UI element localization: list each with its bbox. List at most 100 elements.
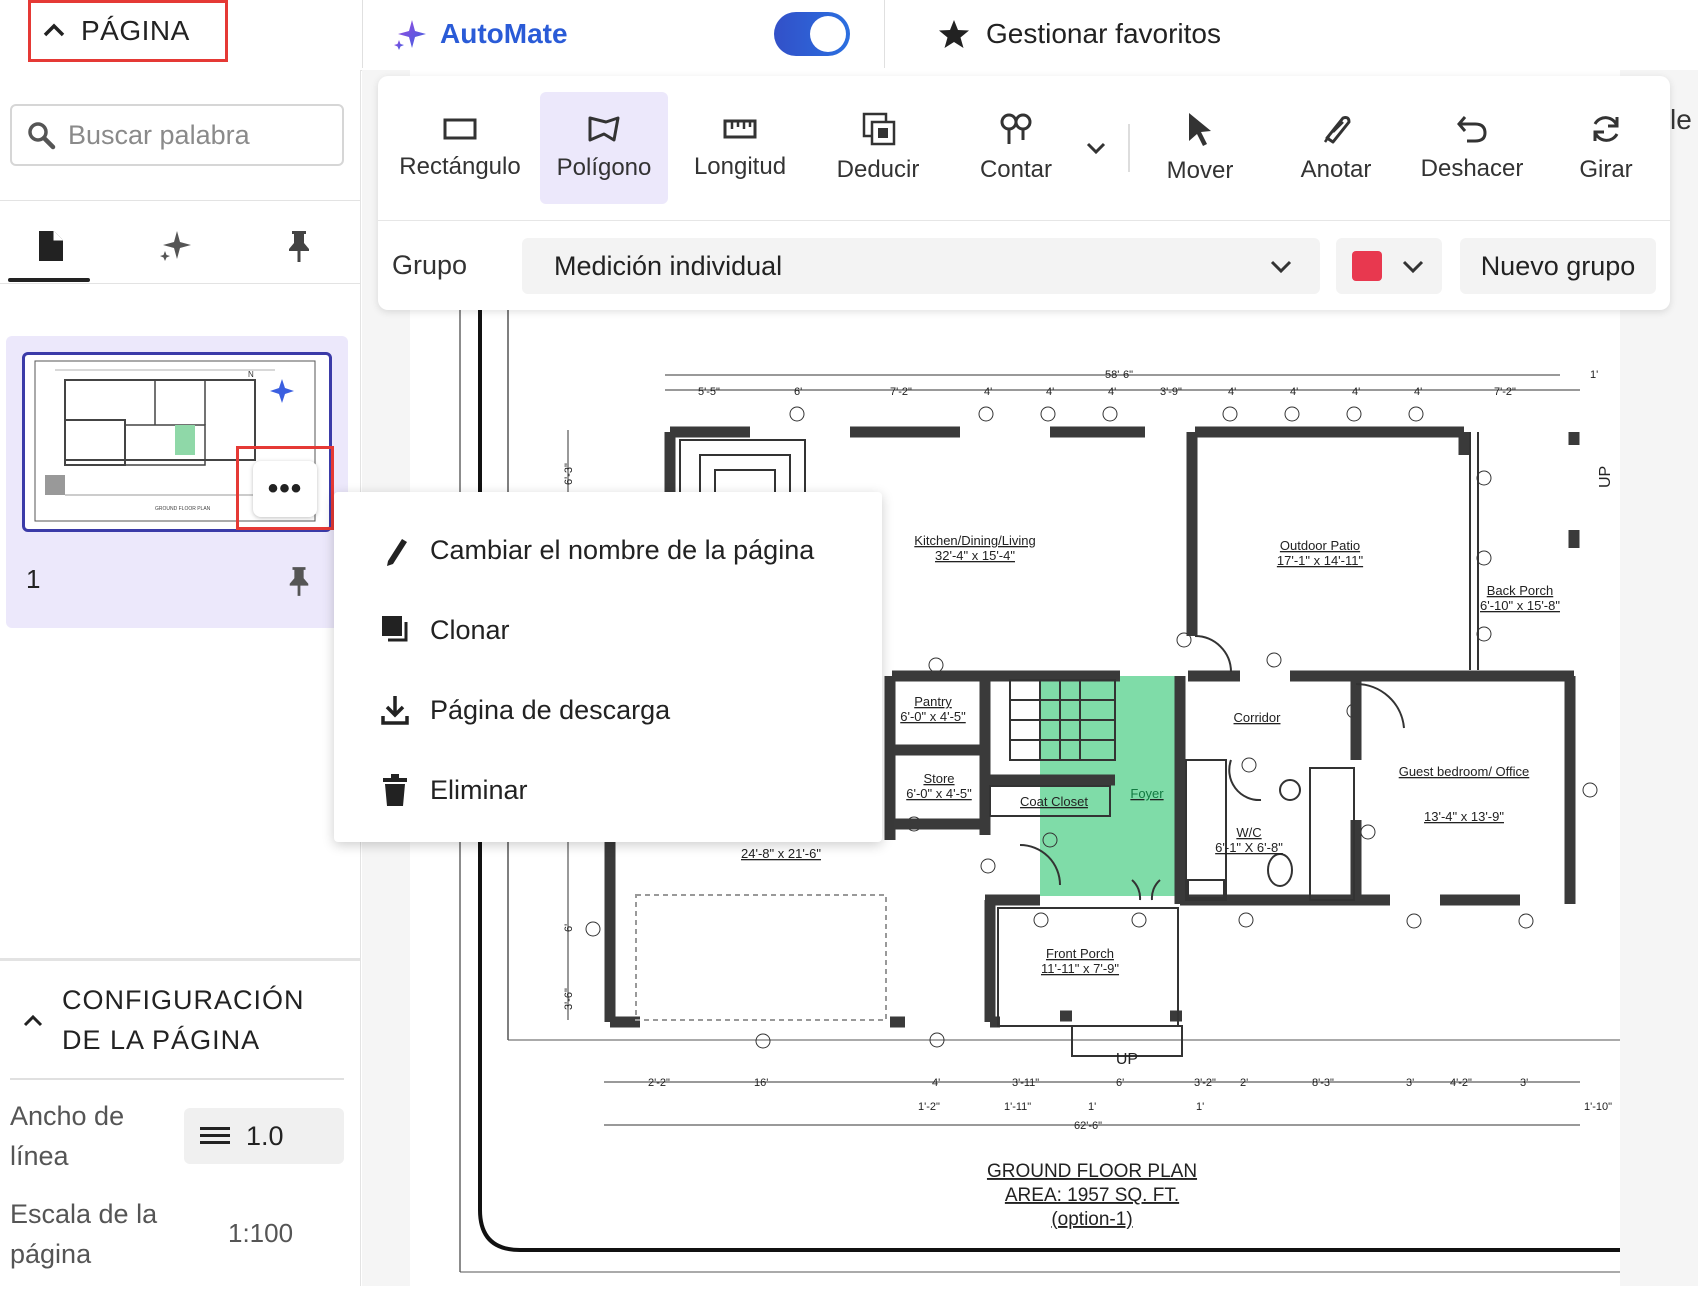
tool-rotate[interactable]: Girar — [1556, 92, 1656, 204]
page-config-title: CONFIGURACIÓN DE LA PÁGINA — [62, 985, 305, 1055]
count-icon — [1000, 113, 1032, 144]
svg-text:11'-11" x 7'-9": 11'-11" x 7'-9" — [1041, 961, 1119, 976]
svg-text:GROUND FLOOR PLAN: GROUND FLOOR PLAN — [987, 1161, 1197, 1182]
svg-text:UP: UP — [1116, 1051, 1138, 1068]
chevron-down-icon — [1402, 260, 1424, 274]
menu-item-clone[interactable]: Clonar — [380, 600, 510, 660]
line-width-select[interactable]: 1.0 — [184, 1108, 344, 1164]
svg-text:1'-11": 1'-11" — [1004, 1101, 1031, 1113]
menu-item-label: Cambiar el nombre de la página — [430, 534, 815, 565]
svg-text:5'-5": 5'-5" — [698, 386, 720, 398]
svg-text:1': 1' — [1590, 369, 1598, 381]
toggle-knob — [810, 16, 846, 52]
sparkle-icon — [394, 20, 426, 50]
group-color-select[interactable] — [1336, 238, 1442, 294]
tool-label: Contar — [979, 156, 1053, 183]
automate-toggle[interactable] — [774, 12, 850, 56]
page-section-toggle[interactable]: PÁGINA — [28, 0, 228, 62]
svg-text:4': 4' — [1228, 386, 1236, 398]
tool-rectangle[interactable]: Rectángulo — [392, 92, 528, 204]
svg-text:3': 3' — [1520, 1077, 1528, 1089]
svg-text:6'-0" x 4'-5": 6'-0" x 4'-5" — [906, 786, 972, 801]
svg-text:Outdoor Patio: Outdoor Patio — [1280, 538, 1360, 553]
tool-annotate[interactable]: Anotar — [1280, 92, 1392, 204]
group-select[interactable]: Medición individual — [522, 238, 1320, 294]
star-icon — [939, 20, 969, 48]
svg-text:58'-6": 58'-6" — [1105, 369, 1133, 381]
chevron-down-icon — [1086, 142, 1106, 155]
clone-icon — [382, 616, 408, 642]
svg-text:Pantry: Pantry — [914, 694, 952, 709]
polygon-icon — [588, 116, 620, 142]
menu-item-download[interactable]: Página de descarga — [380, 680, 670, 740]
svg-text:Kitchen/Dining/Living: Kitchen/Dining/Living — [914, 533, 1035, 548]
toolbar-divider — [378, 220, 1670, 221]
new-group-button[interactable]: Nuevo grupo — [1460, 238, 1656, 294]
svg-text:3'-2": 3'-2" — [1194, 1077, 1216, 1089]
svg-text:7'-2": 7'-2" — [890, 386, 912, 398]
tool-move[interactable]: Mover — [1144, 92, 1256, 204]
search-box[interactable] — [10, 104, 344, 166]
tool-polygon[interactable]: Polígono — [540, 92, 668, 204]
tab-ai[interactable] — [130, 210, 220, 282]
svg-text:4': 4' — [1290, 386, 1298, 398]
svg-text:Coat Closet: Coat Closet — [1020, 794, 1088, 809]
menu-item-rename[interactable]: Cambiar el nombre de la página — [380, 520, 814, 580]
chevron-down-icon — [1270, 260, 1292, 274]
automate-label-group: AutoMate — [392, 10, 568, 58]
toolbar-divider — [1128, 124, 1130, 172]
page-more-options-button[interactable]: ••• — [236, 446, 334, 530]
tab-pinned[interactable] — [254, 210, 344, 282]
svg-text:2': 2' — [1240, 1077, 1248, 1089]
svg-text:16': 16' — [754, 1077, 768, 1089]
manage-favorites-label: Gestionar favoritos — [986, 18, 1221, 49]
chevron-up-icon — [43, 23, 65, 37]
tab-pages[interactable] — [6, 210, 96, 282]
plan-title: GROUND FLOOR PLAN AREA: 1957 SQ. FT. (op… — [987, 1161, 1197, 1230]
chevron-up-icon — [23, 1014, 43, 1027]
page-scale-label: Escala de la página — [10, 1199, 158, 1269]
svg-text:4': 4' — [1046, 386, 1054, 398]
color-swatch — [1352, 251, 1382, 281]
more-tools-dropdown[interactable] — [1082, 134, 1110, 167]
divider — [0, 200, 360, 201]
tool-count[interactable]: Contar — [956, 92, 1076, 204]
config-collapse-button[interactable] — [22, 1010, 44, 1037]
menu-item-delete[interactable]: Eliminar — [380, 760, 528, 820]
svg-text:6'-10" x 15'-8": 6'-10" x 15'-8" — [1480, 598, 1560, 613]
tool-label: Rectángulo — [399, 153, 521, 180]
search-input[interactable] — [66, 118, 320, 152]
svg-text:N: N — [248, 370, 254, 379]
tool-label: Girar — [1579, 156, 1633, 183]
divider — [884, 0, 885, 68]
menu-item-label: Clonar — [430, 614, 510, 645]
divider — [362, 0, 363, 68]
svg-text:32'-4" x 15'-4": 32'-4" x 15'-4" — [935, 548, 1015, 563]
svg-text:3'-9": 3'-9" — [1160, 386, 1182, 398]
svg-text:8'-3": 8'-3" — [1312, 1077, 1334, 1089]
divider — [0, 958, 360, 961]
tool-length[interactable]: Longitud — [680, 92, 800, 204]
svg-text:62'-6": 62'-6" — [1074, 1120, 1102, 1132]
svg-text:Front Porch: Front Porch — [1046, 946, 1114, 961]
pin-icon — [289, 231, 309, 262]
svg-text:2'-2": 2'-2" — [648, 1077, 670, 1089]
tool-undo[interactable]: Deshacer — [1412, 92, 1532, 204]
manage-favorites-button[interactable]: Gestionar favoritos — [938, 10, 1221, 58]
tool-deduct[interactable]: Deducir — [818, 92, 938, 204]
svg-text:4'-2": 4'-2" — [1450, 1077, 1472, 1089]
pin-page-button[interactable] — [286, 564, 312, 603]
svg-text:Corridor: Corridor — [1234, 710, 1282, 725]
overflow-label: le — [1670, 104, 1692, 135]
svg-text:1': 1' — [1088, 1101, 1096, 1113]
line-width-value: 1.0 — [246, 1120, 284, 1151]
annotate-icon — [1323, 116, 1351, 144]
page-scale-value[interactable]: 1:100 — [228, 1218, 293, 1249]
rectangle-icon — [443, 118, 477, 140]
cursor-icon — [1189, 113, 1211, 146]
svg-text:Guest bedroom/ Office: Guest bedroom/ Office — [1399, 764, 1530, 779]
svg-text:Back Porch: Back Porch — [1487, 583, 1553, 598]
more-dots-icon: ••• — [253, 461, 317, 517]
download-icon — [381, 696, 409, 725]
undo-icon — [1457, 116, 1487, 143]
